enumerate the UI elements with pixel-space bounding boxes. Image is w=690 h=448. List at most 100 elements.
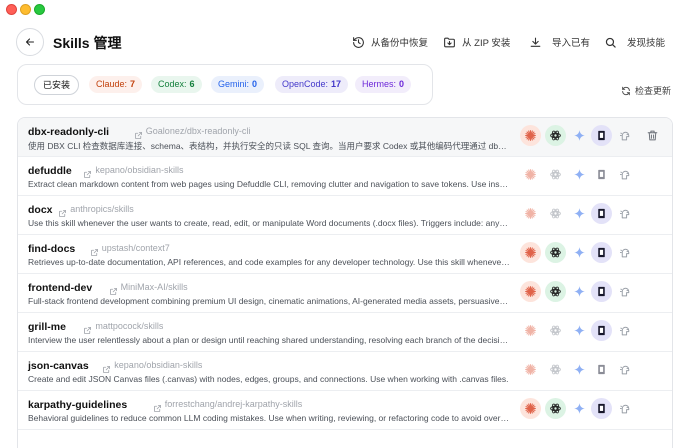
opencode-toggle[interactable] bbox=[591, 320, 612, 341]
search-icon bbox=[605, 37, 616, 48]
opencode-toggle[interactable] bbox=[591, 359, 612, 380]
delete-skill-button[interactable] bbox=[642, 125, 663, 146]
skill-row[interactable]: dbx-readonly-cli Goalonez/dbx-readonly-cl… bbox=[18, 118, 672, 157]
opencode-toggle[interactable] bbox=[591, 281, 612, 302]
opencode-square-icon bbox=[595, 168, 608, 181]
hermes-toggle[interactable] bbox=[615, 125, 636, 146]
skill-row[interactable]: find-docs upstash/context7 Retrieves up-to… bbox=[18, 235, 672, 274]
external-link-icon[interactable] bbox=[90, 244, 99, 256]
codex-toggle[interactable] bbox=[545, 398, 566, 419]
gemini-toggle[interactable] bbox=[569, 320, 590, 341]
import-existing-button[interactable]: 导入已有 bbox=[529, 35, 590, 49]
hermes-helmet-icon bbox=[619, 324, 632, 337]
claude-count-label: Claude: bbox=[96, 79, 128, 89]
hermes-helmet-icon bbox=[619, 168, 632, 181]
opencode-count-value: 17 bbox=[331, 79, 342, 89]
skill-row[interactable]: docx anthropics/skills Use this skill when… bbox=[18, 196, 672, 235]
opencode-square-icon bbox=[595, 246, 608, 259]
openai-knot-icon bbox=[549, 363, 562, 376]
gemini-toggle[interactable] bbox=[569, 242, 590, 263]
gemini-toggle[interactable] bbox=[569, 164, 590, 185]
codex-toggle[interactable] bbox=[545, 203, 566, 224]
opencode-toggle[interactable] bbox=[591, 203, 612, 224]
gemini-toggle[interactable] bbox=[569, 398, 590, 419]
opencode-square-icon bbox=[595, 129, 608, 142]
external-link-icon[interactable] bbox=[83, 166, 92, 178]
claude-starburst-icon bbox=[524, 207, 537, 220]
opencode-toggle[interactable] bbox=[591, 242, 612, 263]
hermes-count-label: Hermes: bbox=[362, 79, 397, 89]
openai-knot-icon bbox=[549, 402, 562, 415]
claude-toggle[interactable] bbox=[520, 320, 541, 341]
minimize-window-button[interactable] bbox=[20, 4, 31, 15]
arrow-left-icon bbox=[25, 38, 35, 46]
zoom-window-button[interactable] bbox=[34, 4, 45, 15]
gemini-toggle[interactable] bbox=[569, 359, 590, 380]
opencode-toggle[interactable] bbox=[591, 125, 612, 146]
opencode-count-badge[interactable]: OpenCode: 17 bbox=[275, 76, 349, 93]
external-link-icon[interactable] bbox=[134, 127, 143, 139]
hermes-toggle[interactable] bbox=[615, 203, 636, 224]
hermes-helmet-icon bbox=[619, 246, 632, 259]
skill-row[interactable]: grill-me mattpocock/skills Interview the u… bbox=[18, 313, 672, 352]
hermes-toggle[interactable] bbox=[615, 320, 636, 341]
codex-toggle[interactable] bbox=[545, 359, 566, 380]
claude-starburst-icon bbox=[524, 402, 537, 415]
install-from-zip-button[interactable]: 从 ZIP 安装 bbox=[443, 35, 510, 49]
hermes-helmet-icon bbox=[619, 129, 632, 142]
claude-starburst-icon bbox=[524, 246, 537, 259]
import-label: 导入已有 bbox=[552, 38, 591, 49]
check-updates-button[interactable]: 检查更新 bbox=[621, 84, 671, 97]
skill-name: docx bbox=[28, 204, 53, 216]
gemini-toggle[interactable] bbox=[569, 203, 590, 224]
claude-toggle[interactable] bbox=[520, 242, 541, 263]
back-button[interactable] bbox=[16, 28, 44, 56]
codex-toggle[interactable] bbox=[545, 281, 566, 302]
hermes-toggle[interactable] bbox=[615, 359, 636, 380]
codex-toggle[interactable] bbox=[545, 125, 566, 146]
external-link-icon[interactable] bbox=[83, 322, 92, 334]
hermes-toggle[interactable] bbox=[615, 242, 636, 263]
discover-skills-button[interactable]: 发现技能 bbox=[604, 35, 665, 49]
claude-toggle[interactable] bbox=[520, 164, 541, 185]
hermes-count-badge[interactable]: Hermes: 0 bbox=[355, 76, 412, 93]
external-link-icon[interactable] bbox=[109, 283, 118, 295]
external-link-icon[interactable] bbox=[153, 400, 162, 412]
close-window-button[interactable] bbox=[6, 4, 17, 15]
skill-row[interactable]: frontend-dev MiniMax-AI/skills Full-stack … bbox=[18, 274, 672, 313]
claude-toggle[interactable] bbox=[520, 203, 541, 224]
claude-count-badge[interactable]: Claude: 7 bbox=[89, 76, 143, 93]
opencode-toggle[interactable] bbox=[591, 398, 612, 419]
external-link-icon[interactable] bbox=[102, 361, 111, 373]
skill-row[interactable]: defuddle kepano/obsidian-skills Extract cl… bbox=[18, 157, 672, 196]
claude-toggle[interactable] bbox=[520, 125, 541, 146]
gemini-toggle[interactable] bbox=[569, 281, 590, 302]
hermes-toggle[interactable] bbox=[615, 398, 636, 419]
opencode-square-icon bbox=[595, 363, 608, 376]
restore-from-backup-button[interactable]: 从备份中恢复 bbox=[352, 35, 428, 49]
skill-row[interactable]: karpathy-guidelines forrestchang/andrej-k… bbox=[18, 391, 672, 430]
claude-toggle[interactable] bbox=[520, 398, 541, 419]
window-titlebar bbox=[0, 0, 690, 20]
history-icon bbox=[353, 36, 364, 48]
openai-knot-icon bbox=[549, 285, 562, 298]
installed-filter-button[interactable]: 已安装 bbox=[34, 75, 80, 95]
claude-toggle[interactable] bbox=[520, 281, 541, 302]
codex-toggle[interactable] bbox=[545, 320, 566, 341]
external-link-icon[interactable] bbox=[58, 205, 67, 217]
codex-count-badge[interactable]: Codex: 6 bbox=[151, 76, 202, 93]
skill-description: Interview the user relentlessly about a … bbox=[28, 335, 510, 345]
skill-row[interactable]: json-canvas kepano/obsidian-skills Create … bbox=[18, 352, 672, 391]
codex-toggle[interactable] bbox=[545, 242, 566, 263]
hermes-toggle[interactable] bbox=[615, 281, 636, 302]
skill-source: kepano/obsidian-skills bbox=[114, 360, 203, 370]
gemini-count-badge[interactable]: Gemini: 0 bbox=[211, 76, 265, 93]
gemini-toggle[interactable] bbox=[569, 125, 590, 146]
claude-starburst-icon bbox=[524, 363, 537, 376]
opencode-toggle[interactable] bbox=[591, 164, 612, 185]
claude-toggle[interactable] bbox=[520, 359, 541, 380]
skill-source: mattpocock/skills bbox=[95, 321, 164, 331]
page-header: Skills 管理 从备份中恢复 从 ZIP 安装 导入已有 发现技能 bbox=[0, 24, 690, 60]
hermes-toggle[interactable] bbox=[615, 164, 636, 185]
codex-toggle[interactable] bbox=[545, 164, 566, 185]
